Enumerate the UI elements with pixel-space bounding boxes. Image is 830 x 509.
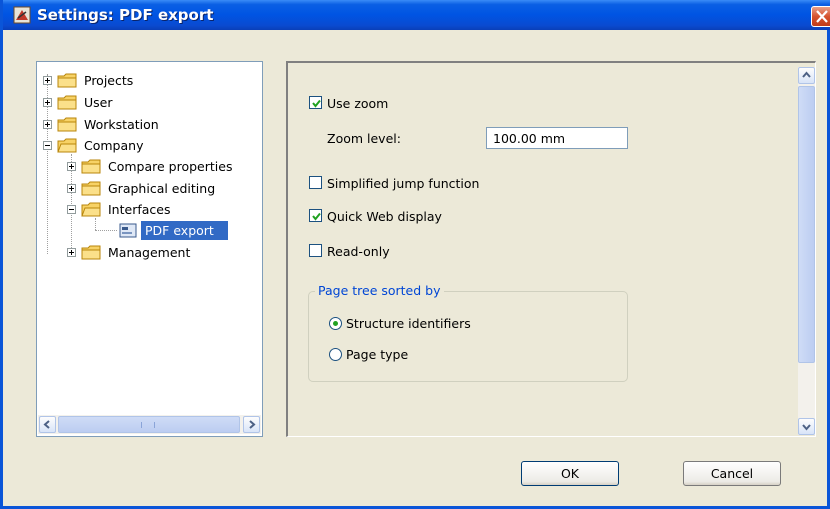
tree-item-label: User: [84, 94, 113, 110]
scroll-down-button[interactable]: [798, 418, 815, 435]
tree-item-interfaces[interactable]: Interfaces: [67, 199, 172, 219]
folder-icon: [57, 73, 77, 87]
use-zoom-checkbox[interactable]: [309, 96, 322, 109]
tree-horizontal-scrollbar[interactable]: [38, 415, 261, 434]
quick-web-label[interactable]: Quick Web display: [327, 209, 442, 224]
tree-item-workstation[interactable]: Workstation: [43, 114, 161, 134]
scroll-right-button[interactable]: [243, 416, 260, 433]
tree-item-label: Graphical editing: [108, 180, 216, 196]
cancel-button[interactable]: Cancel: [683, 461, 781, 486]
tree-item-projects[interactable]: Projects: [43, 70, 135, 90]
expand-icon[interactable]: [67, 183, 76, 193]
expand-icon[interactable]: [67, 247, 76, 257]
ok-button[interactable]: OK: [521, 461, 619, 486]
folder-icon: [81, 245, 101, 259]
scroll-left-button[interactable]: [39, 416, 56, 433]
tree-item-label: Company: [84, 137, 144, 153]
simplified-jump-label[interactable]: Simplified jump function: [327, 176, 479, 191]
tree-item-label: Projects: [84, 72, 134, 88]
simplified-jump-checkbox[interactable]: [309, 176, 322, 189]
chevron-up-icon: [802, 71, 811, 78]
close-button[interactable]: [811, 6, 830, 27]
expand-icon[interactable]: [67, 161, 76, 171]
checkmark-icon: [312, 212, 321, 221]
tree-item-graphical-editing[interactable]: Graphical editing: [67, 178, 217, 198]
scroll-thumb[interactable]: [58, 416, 240, 433]
tree-item-label: Management: [108, 244, 191, 260]
expand-icon[interactable]: [43, 75, 52, 85]
settings-tree[interactable]: Projects User Workstation Company Compar…: [36, 61, 263, 437]
collapse-icon[interactable]: [67, 204, 76, 214]
settings-page-icon: [119, 223, 137, 237]
settings-dialog: Settings: PDF export Projects User Works…: [0, 0, 830, 509]
page-tree-groupbox: [308, 291, 628, 382]
use-zoom-label[interactable]: Use zoom: [327, 96, 388, 111]
read-only-checkbox[interactable]: [309, 244, 322, 257]
folder-icon: [81, 159, 101, 173]
folder-open-icon: [81, 202, 101, 216]
folder-icon: [57, 95, 77, 109]
checkmark-icon: [312, 99, 321, 108]
scroll-thumb[interactable]: [798, 86, 815, 363]
tree-item-label: Interfaces: [108, 201, 171, 217]
folder-icon: [81, 181, 101, 195]
scroll-up-button[interactable]: [798, 67, 815, 84]
window-title: Settings: PDF export: [37, 6, 214, 24]
structure-identifiers-radio[interactable]: [329, 317, 342, 330]
tree-item-user[interactable]: User: [43, 92, 115, 112]
tree-item-pdf-export[interactable]: PDF export: [119, 220, 228, 240]
title-bar[interactable]: Settings: PDF export: [3, 0, 830, 30]
folder-icon: [57, 117, 77, 131]
chevron-down-icon: [802, 424, 811, 431]
content-vertical-scrollbar[interactable]: [798, 67, 815, 435]
page-type-radio[interactable]: [329, 348, 342, 361]
settings-app-icon: [13, 6, 31, 24]
close-icon: [816, 10, 828, 23]
tree-item-label: Workstation: [84, 116, 159, 132]
chevron-left-icon: [43, 420, 50, 429]
read-only-label[interactable]: Read-only: [327, 244, 390, 259]
folder-open-icon: [57, 138, 77, 152]
tree-item-label: Compare properties: [108, 158, 233, 174]
zoom-level-label: Zoom level:: [327, 131, 401, 146]
tree-item-label: PDF export: [141, 220, 228, 240]
scroll-grip: [141, 422, 155, 428]
chevron-right-icon: [249, 420, 256, 429]
tree-item-compare-properties[interactable]: Compare properties: [67, 156, 234, 176]
collapse-icon[interactable]: [43, 140, 52, 150]
expand-icon[interactable]: [43, 97, 52, 107]
quick-web-checkbox[interactable]: [309, 209, 322, 222]
structure-identifiers-label[interactable]: Structure identifiers: [346, 316, 471, 331]
expand-icon[interactable]: [43, 119, 52, 129]
tree-item-company[interactable]: Company: [43, 135, 145, 155]
page-type-label[interactable]: Page type: [346, 347, 408, 362]
tree-item-management[interactable]: Management: [67, 242, 192, 262]
zoom-level-input[interactable]: 100.00 mm: [486, 127, 628, 149]
page-tree-group-title: Page tree sorted by: [315, 283, 444, 298]
